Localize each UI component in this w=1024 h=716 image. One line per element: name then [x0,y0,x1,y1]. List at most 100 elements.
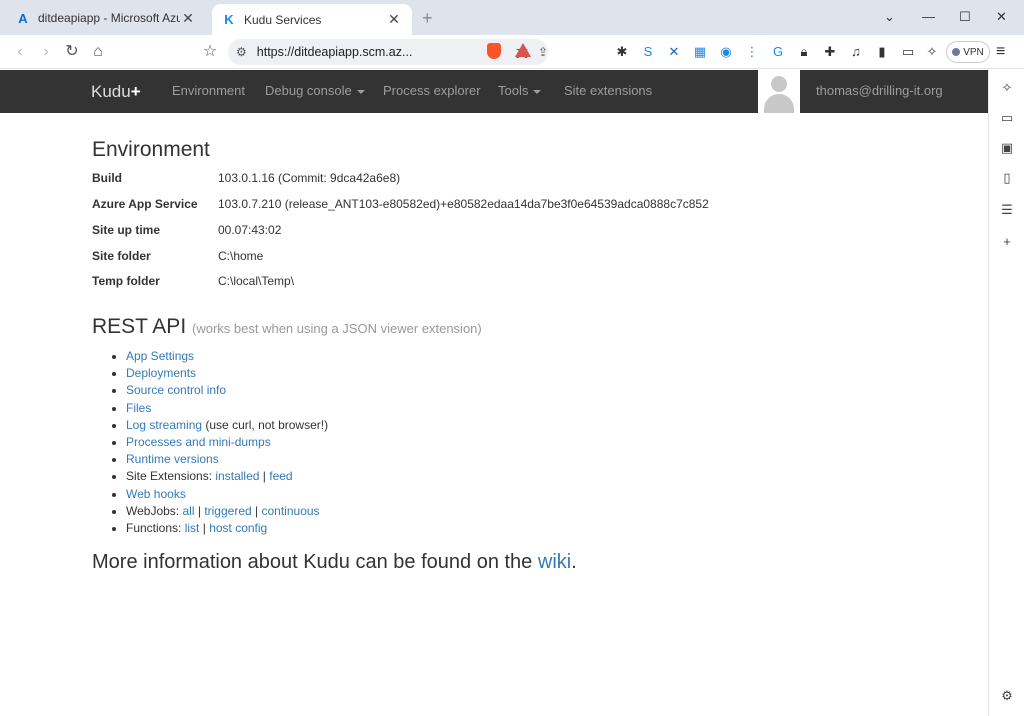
close-window-button[interactable]: ✕ [996,9,1007,25]
list-item: Processes and mini-dumps [126,434,328,451]
nav-site-extensions[interactable]: Site extensions [564,83,652,98]
separator: | [255,503,259,518]
browser-sidebar: ✧ ▭ ▣ ▯ ☰ + ⚙ [988,70,1024,716]
extension-icon[interactable]: ◉ [718,44,734,60]
link-host-config[interactable]: host config [209,521,267,535]
env-key: Azure App Service [92,197,198,211]
nav-debug-console-label: Debug console [265,83,352,98]
extension-icon[interactable]: ⋮ [744,44,760,60]
reload-icon[interactable]: ↻ [62,42,82,62]
nav-debug-console[interactable]: Debug console [265,83,365,98]
brave-shield-icon[interactable] [487,43,501,59]
vpn-label: VPN [963,46,984,58]
home-icon[interactable]: ⌂ [88,42,108,62]
webjobs-label: WebJobs: [126,503,180,518]
log-streaming-note: (use curl, not browser!) [205,417,329,432]
link-source-control-info[interactable]: Source control info [126,383,226,397]
list-item: Deployments [126,365,328,382]
link-processes[interactable]: Processes and mini-dumps [126,435,271,449]
avatar-head [771,76,787,92]
bookmarks-icon[interactable]: ▯ [999,170,1015,186]
user-email[interactable]: thomas@drilling-it.org [816,83,943,98]
list-item: App Settings [126,348,328,365]
menu-icon[interactable]: ≡ [996,43,1005,61]
rest-api-subtitle: (works best when using a JSON viewer ext… [192,321,482,336]
add-icon[interactable]: + [999,234,1015,250]
extension-icon[interactable]: S [640,44,656,60]
sidebar-toggle-icon[interactable]: ▮ [874,44,890,60]
maximize-button[interactable]: ☐ [959,9,971,25]
env-value: 103.0.1.16 (Commit: 9dca42a6e8) [218,171,401,185]
env-value: 103.0.7.210 (release_ANT103-e80582ed)+e8… [218,197,709,211]
close-icon[interactable]: ✕ [386,11,402,28]
tab-azure[interactable]: A ditdeapiapp - Microsoft Azure ✕ [6,4,206,32]
new-tab-button[interactable]: + [422,8,433,29]
reading-list-icon[interactable]: ☰ [999,202,1015,218]
link-runtime-versions[interactable]: Runtime versions [126,452,219,466]
translate-extension-icon[interactable]: G [770,44,786,60]
list-item: Runtime versions [126,451,328,468]
site-extensions-label: Site Extensions: [126,469,213,484]
env-key: Temp folder [92,274,160,288]
nav-tools[interactable]: Tools [498,83,542,98]
link-log-streaming[interactable]: Log streaming [126,418,202,432]
env-value: 00.07:43:02 [218,223,282,237]
lock-icon[interactable]: 🔒︎ [796,44,812,60]
link-functions-list[interactable]: list [185,521,200,535]
avatar[interactable] [758,70,800,113]
minimize-button[interactable]: — [922,9,935,24]
list-item: Log streaming (use curl, not browser!) [126,417,328,434]
environment-heading: Environment [92,138,210,161]
more-info-text: More information about Kudu can be found… [92,551,533,573]
brand-plus: + [130,82,141,101]
tab-azure-title: ditdeapiapp - Microsoft Azure [38,11,180,25]
brave-rewards-icon[interactable] [515,43,531,57]
video-icon[interactable]: ▭ [999,110,1015,126]
wallet-icon[interactable]: ▭ [900,44,916,60]
sparkle-icon[interactable]: ✧ [924,44,940,60]
extension-icon[interactable]: ▦ [692,44,708,60]
share-icon[interactable]: ⇪ [538,45,548,59]
music-icon[interactable]: ♫ [848,44,864,60]
tab-list-icon[interactable]: ⌄ [884,9,895,25]
nav-environment[interactable]: Environment [172,83,245,98]
tab-kudu[interactable]: K Kudu Services ✕ [212,4,412,35]
forward-icon[interactable]: › [36,42,56,62]
list-item: WebJobs: all | triggered | continuous [126,503,328,520]
link-app-settings[interactable]: App Settings [126,349,194,363]
azure-icon: A [18,10,28,26]
link-feed[interactable]: feed [269,469,292,483]
link-files[interactable]: Files [126,401,151,415]
env-value: C:\local\Temp\ [218,274,295,288]
extension-icon[interactable]: ✱ [614,44,630,60]
caret-down-icon [533,89,542,94]
env-value: C:\home [218,249,264,263]
site-info-icon[interactable]: ⚙ [236,45,247,59]
link-installed[interactable]: installed [215,469,259,483]
browser-toolbar: ‹ › ↻ ⌂ ☆ ⚙ https://ditdeapiapp.scm.az..… [0,35,1024,69]
settings-gear-icon[interactable]: ⚙ [999,688,1015,704]
puzzle-icon[interactable]: ✚ [822,44,838,60]
bookmark-icon[interactable]: ☆ [200,42,220,62]
link-webjobs-all[interactable]: all [182,504,194,518]
separator: | [262,469,266,484]
kudu-brand[interactable]: Kudu+ [91,82,141,102]
close-icon[interactable]: ✕ [180,10,196,27]
link-webjobs-triggered[interactable]: triggered [204,504,251,518]
back-icon[interactable]: ‹ [10,42,30,62]
list-item: Source control info [126,382,328,399]
link-deployments[interactable]: Deployments [126,366,196,380]
tab-kudu-title: Kudu Services [244,12,322,27]
link-wiki[interactable]: wiki [538,551,571,573]
link-webjobs-continuous[interactable]: continuous [262,504,320,518]
vpn-status-icon [952,48,961,56]
vpn-button[interactable]: VPN [946,41,990,63]
leo-ai-icon[interactable]: ✧ [999,80,1015,96]
link-web-hooks[interactable]: Web hooks [126,487,186,501]
rest-api-heading: REST API (works best when using a JSON v… [92,315,482,339]
wallet-icon[interactable]: ▣ [999,140,1015,156]
extension-icon[interactable]: ✕ [666,44,682,60]
kudu-icon: K [224,12,234,27]
nav-process-explorer[interactable]: Process explorer [383,83,481,98]
env-key: Site folder [92,249,151,263]
